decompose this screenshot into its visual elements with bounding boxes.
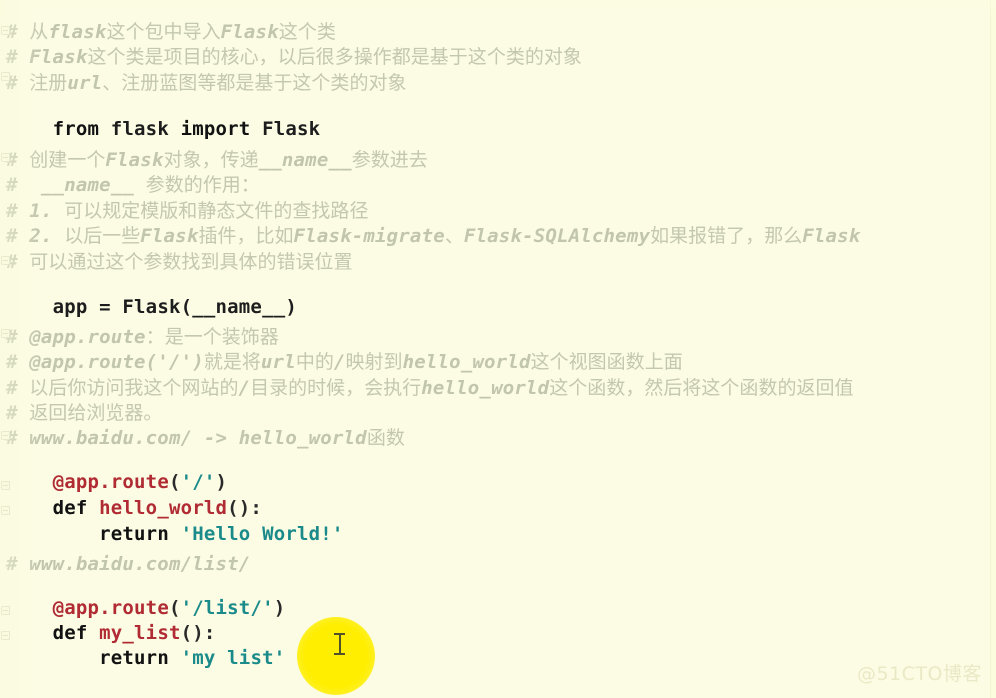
- code-line-comment[interactable]: # __name__ 参数的作用：: [6, 175, 260, 195]
- code-line-comment[interactable]: # 2. 以后一些Flask插件，比如Flask-migrate、Flask-S…: [6, 226, 860, 246]
- fold-marker[interactable]: [1, 606, 10, 615]
- paren-close: ): [273, 597, 286, 619]
- fold-marker[interactable]: [1, 256, 10, 265]
- watermark-label: @51CTO博客: [856, 663, 982, 685]
- keyword-return: return: [99, 647, 169, 669]
- code-line-comment[interactable]: # @app.route：是一个装饰器: [6, 327, 279, 347]
- fold-marker[interactable]: [1, 481, 10, 490]
- fold-marker[interactable]: [1, 153, 10, 162]
- code-line-comment[interactable]: # 注册url、注册蓝图等都是基于这个类的对象: [6, 73, 406, 93]
- code-line-return-my-list[interactable]: return 'my list': [6, 628, 285, 688]
- code-line-comment[interactable]: # www.baidu.com/list/: [6, 554, 250, 574]
- app-assignment-text: app = Flask(__name__): [52, 296, 297, 318]
- code-line-comment[interactable]: # 创建一个Flask对象，传递__name__参数进去: [6, 150, 428, 170]
- string-my-list: 'my list': [180, 647, 286, 669]
- code-line-comment[interactable]: # 从flask这个包中导入Flask这个类: [6, 22, 336, 42]
- code-line-comment[interactable]: # 1. 可以规定模版和静态文件的查找路径: [6, 201, 368, 221]
- code-line-comment[interactable]: # 可以通过这个参数找到具体的错误位置: [6, 252, 353, 272]
- fold-marker[interactable]: [1, 431, 10, 440]
- keyword-return: return: [99, 523, 169, 545]
- viewport-right-edge: [990, 0, 996, 698]
- string-hello-world: 'Hello World!': [180, 523, 344, 545]
- code-line-comment[interactable]: # 返回给浏览器。: [6, 403, 162, 423]
- fold-marker[interactable]: [1, 72, 10, 81]
- keyword-import: import: [180, 118, 251, 140]
- code-line-comment[interactable]: # 以后你访问我这个网站的/目录的时候，会执行hello_world这个函数，然…: [6, 378, 854, 398]
- code-line-comment[interactable]: # Flask这个类是项目的核心，以后很多操作都是基于这个类的对象: [6, 47, 582, 67]
- fold-marker[interactable]: [1, 631, 10, 640]
- click-highlight-halo: [297, 617, 375, 695]
- fold-marker[interactable]: [1, 506, 10, 515]
- code-line-comment[interactable]: # www.baidu.com/ -> hello_world函数: [6, 428, 405, 448]
- editor-gutter[interactable]: [0, 0, 14, 698]
- fold-marker[interactable]: [1, 329, 10, 338]
- i-beam-cursor-icon: [334, 632, 345, 656]
- class-flask: Flask: [262, 118, 321, 140]
- code-line-comment[interactable]: # @app.route('/')就是将url中的/映射到hello_world…: [6, 352, 683, 372]
- keyword-from: from: [52, 118, 100, 140]
- fold-marker[interactable]: [1, 26, 10, 35]
- code-editor-viewport[interactable]: # 从flask这个包中导入Flask这个类 # Flask这个类是项目的核心，…: [0, 0, 996, 698]
- module-flask: flask: [110, 118, 169, 140]
